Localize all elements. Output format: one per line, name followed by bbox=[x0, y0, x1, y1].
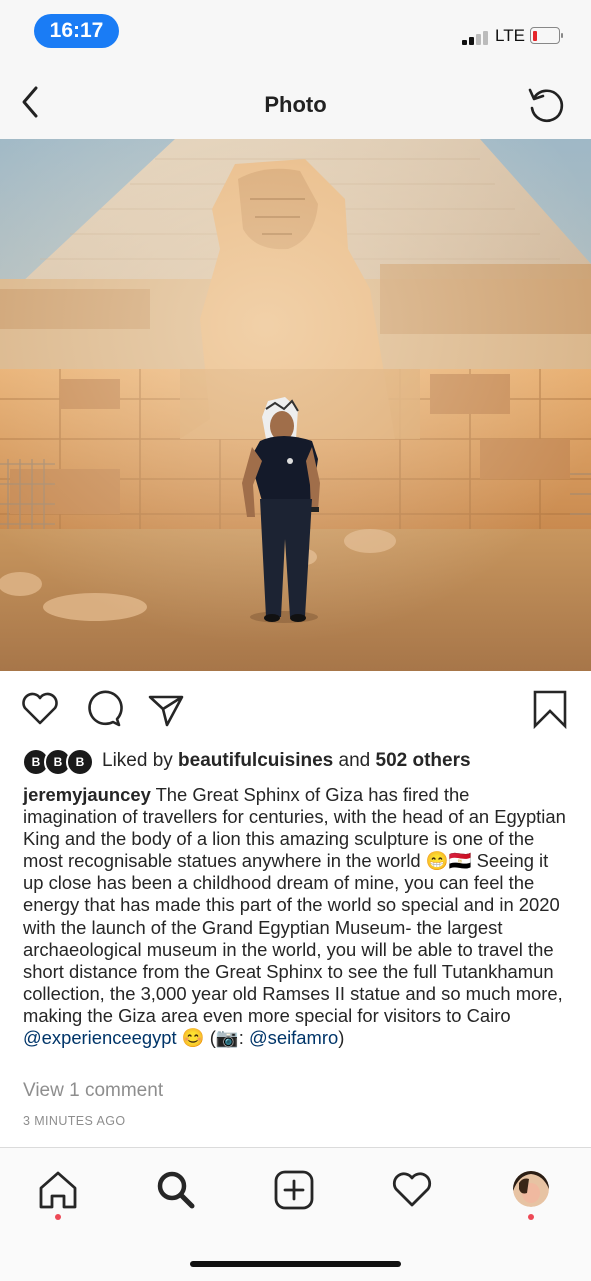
comment-icon bbox=[88, 690, 123, 727]
liker-username[interactable]: beautifulcuisines bbox=[178, 750, 333, 771]
likes-conjunction: and bbox=[333, 750, 376, 771]
heart-icon bbox=[22, 692, 58, 725]
battery-icon bbox=[530, 27, 563, 44]
post-photo[interactable] bbox=[0, 139, 591, 671]
home-icon bbox=[39, 1171, 77, 1209]
signal-strength-icon bbox=[462, 29, 492, 45]
likes-summary: Liked by beautifulcuisines and 502 other… bbox=[102, 750, 471, 772]
home-indicator bbox=[190, 1261, 401, 1267]
caption-text: The Great Sphinx of Giza has fired the i… bbox=[23, 784, 566, 1026]
home-notification-dot bbox=[55, 1214, 61, 1220]
status-bar: 16:17 LTE bbox=[0, 0, 591, 60]
refresh-icon bbox=[528, 88, 564, 123]
post-timestamp: 3 MINUTES AGO bbox=[23, 1114, 126, 1128]
caption-text: 😊 (📷: bbox=[176, 1027, 249, 1049]
likes-row[interactable]: B B B Liked by beautifulcuisines and 502… bbox=[22, 748, 582, 776]
bookmark-icon bbox=[533, 690, 567, 730]
view-comments-link[interactable]: View 1 comment bbox=[23, 1080, 163, 1102]
paper-plane-icon bbox=[148, 695, 184, 727]
liker-avatars: B B B bbox=[22, 748, 94, 776]
avatar: B bbox=[66, 748, 94, 776]
network-type: LTE bbox=[495, 26, 525, 45]
caption-username[interactable]: jeremyjauncey bbox=[23, 784, 151, 805]
profile-notification-dot bbox=[528, 1214, 534, 1220]
like-button[interactable] bbox=[20, 689, 60, 729]
search-icon bbox=[157, 1171, 195, 1209]
tab-new-post[interactable] bbox=[272, 1168, 316, 1212]
comment-button[interactable] bbox=[84, 689, 124, 729]
add-post-icon bbox=[274, 1170, 314, 1210]
status-time[interactable]: 16:17 bbox=[34, 14, 119, 48]
page-title: Photo bbox=[264, 92, 327, 117]
tab-profile[interactable] bbox=[513, 1171, 549, 1207]
likes-count[interactable]: 502 others bbox=[376, 750, 471, 771]
activity-heart-icon bbox=[392, 1172, 432, 1207]
navigation-bar: Photo bbox=[0, 60, 591, 140]
save-button[interactable] bbox=[530, 689, 570, 730]
caption-mention[interactable]: @experienceegypt bbox=[23, 1027, 177, 1048]
tab-search[interactable] bbox=[154, 1168, 198, 1212]
post-caption: jeremyjauncey The Great Sphinx of Giza h… bbox=[23, 784, 568, 1049]
sphinx-photo-image bbox=[0, 139, 591, 671]
caption-mention[interactable]: @seifamro bbox=[249, 1027, 338, 1048]
tab-home[interactable] bbox=[36, 1168, 80, 1212]
post-actions bbox=[0, 671, 591, 749]
caption-text: ) bbox=[338, 1027, 345, 1049]
tab-activity[interactable] bbox=[390, 1168, 434, 1212]
likes-prefix: Liked by bbox=[102, 750, 179, 771]
share-button[interactable] bbox=[146, 689, 186, 729]
profile-avatar bbox=[513, 1171, 549, 1207]
refresh-button[interactable] bbox=[524, 82, 568, 126]
